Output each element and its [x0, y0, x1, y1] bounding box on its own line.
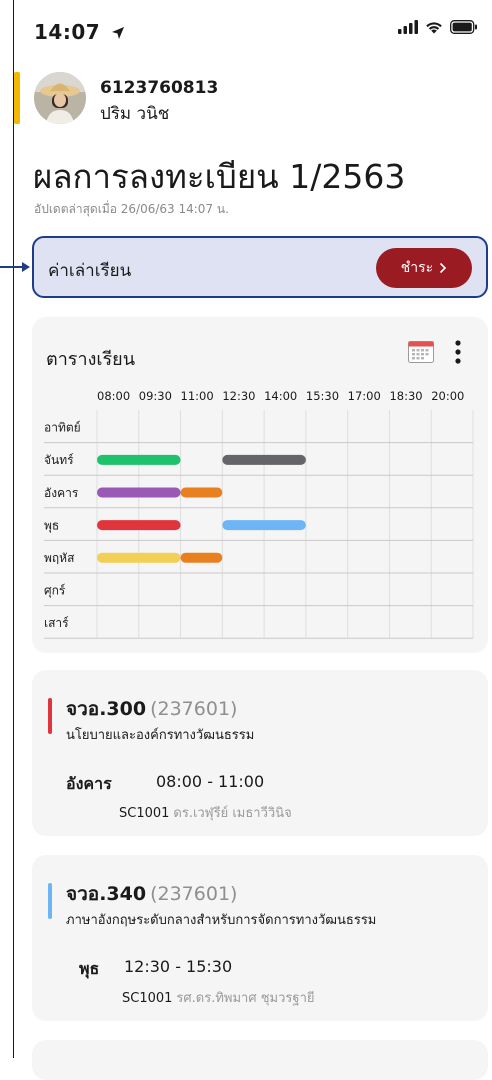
last-updated: อัปเดตล่าสุดเมื่อ 26/06/63 14:07 น. — [34, 202, 229, 216]
course-section: (237601) — [150, 698, 238, 720]
time-label: 14:00 — [264, 389, 297, 403]
day-label: เสาร์ — [44, 616, 69, 630]
avatar-image — [34, 72, 86, 124]
avatar[interactable] — [34, 72, 86, 124]
wifi-icon — [426, 22, 442, 34]
chevron-right-icon — [440, 262, 447, 274]
timetable-grid: 08:00 09:30 11:00 12:30 14:00 15:30 17:00 18:30… — [44, 389, 474, 639]
course-day: อังคาร — [66, 774, 112, 793]
course-name: ภาษาอังกฤษระดับกลางสำหรับการจัดการทางวัฒ… — [66, 913, 377, 928]
class-block — [97, 487, 181, 498]
user-accent-bar — [14, 72, 20, 124]
class-block — [222, 520, 306, 531]
time-label: 20:00 — [431, 389, 464, 403]
class-block — [97, 552, 181, 563]
user-id: 6123760813 — [100, 78, 219, 98]
course-room: SC1001 ดร.เวฬุรีย์ เมธาวีวินิจ — [119, 802, 292, 823]
tuition-label: ค่าเล่าเรียน — [48, 261, 132, 281]
battery-icon — [450, 20, 477, 34]
day-label: จันทร์ — [44, 453, 74, 467]
class-block — [222, 454, 306, 465]
tuition-card[interactable]: ค่าเล่าเรียน ชำระ — [32, 236, 488, 298]
course-time: 12:30 - 15:30 — [124, 957, 233, 976]
time-label: 09:30 — [139, 389, 172, 403]
pay-button[interactable]: ชำระ — [376, 248, 472, 288]
class-block — [180, 552, 223, 563]
course-code-text: จวอ.300 — [66, 698, 147, 720]
course-card[interactable] — [32, 1040, 488, 1080]
time-label: 08:00 — [97, 389, 130, 403]
time-label: 12:30 — [222, 389, 255, 403]
course-room-code: SC1001 — [119, 806, 170, 821]
class-block — [180, 487, 223, 498]
signal-icon — [398, 20, 418, 34]
day-label: พุธ — [44, 518, 59, 533]
status-icons — [398, 20, 478, 34]
course-card[interactable]: จวอ.340 (237601) ภาษาอังกฤษระดับกลางสำหรั… — [32, 855, 488, 1021]
time-label: 17:00 — [348, 389, 381, 403]
location-arrow-icon — [111, 27, 124, 39]
user-name: ปริม วนิช — [100, 104, 170, 124]
course-teacher: ดร.เวฬุรีย์ เมธาวีวินิจ — [173, 806, 292, 821]
course-color-bar — [48, 883, 52, 919]
time-label: 18:30 — [389, 389, 422, 403]
pointer-arrow-icon — [0, 262, 30, 272]
course-room: SC1001 รศ.ดร.ทิพมาศ ชุมวรฐายี — [122, 987, 315, 1008]
course-code: จวอ.340 (237601) — [66, 879, 237, 909]
course-room-code: SC1001 — [122, 991, 173, 1006]
course-time: 08:00 - 11:00 — [156, 772, 265, 791]
status-time: 14:07 — [34, 20, 125, 44]
day-label: อาทิตย์ — [44, 421, 81, 435]
status-time-text: 14:07 — [34, 20, 101, 44]
course-day: พุธ — [79, 959, 100, 978]
time-label: 11:00 — [181, 389, 214, 403]
page-title: ผลการลงทะเบียน 1/2563 — [33, 157, 406, 196]
class-block — [97, 454, 181, 465]
day-label: ศุกร์ — [44, 584, 66, 599]
course-card[interactable]: จวอ.300 (237601) นโยบายและองค์กรทางวัฒนธร… — [32, 670, 488, 836]
course-code: จวอ.300 (237601) — [66, 694, 237, 724]
pay-button-label: ชำระ — [400, 260, 434, 276]
course-teacher: รศ.ดร.ทิพมาศ ชุมวรฐายี — [176, 991, 315, 1006]
course-name: นโยบายและองค์กรทางวัฒนธรรม — [66, 728, 255, 743]
frame-border — [13, 0, 14, 1058]
time-label: 15:30 — [306, 389, 339, 403]
course-code-text: จวอ.340 — [66, 883, 147, 905]
course-section: (237601) — [150, 883, 238, 905]
day-label: อังคาร — [44, 486, 79, 500]
class-block — [97, 520, 181, 531]
schedule-card: ตารางเรียน 08:00 09:30 11:00 12:30 14:00 15:3… — [32, 317, 488, 653]
course-color-bar — [48, 698, 52, 734]
status-bar: 14:07 — [0, 0, 492, 60]
day-label: พฤหัส — [44, 551, 75, 565]
